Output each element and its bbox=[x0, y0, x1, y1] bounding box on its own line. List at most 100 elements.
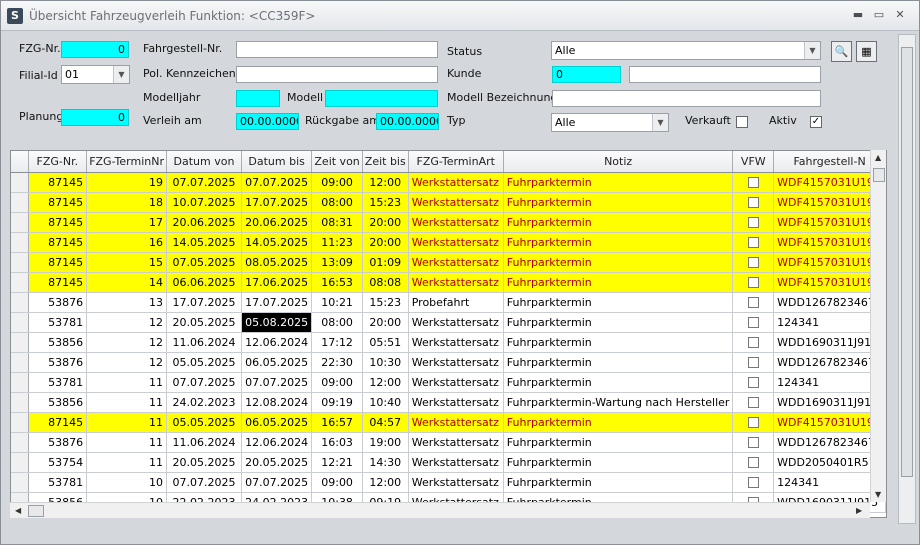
vfw-cell[interactable] bbox=[732, 372, 775, 393]
table-cell-art[interactable]: Werkstattersatz bbox=[408, 332, 504, 353]
row-selector[interactable] bbox=[11, 292, 29, 313]
vfw-cell[interactable] bbox=[732, 172, 775, 193]
table-cell-notiz[interactable]: Fuhrparktermin bbox=[503, 232, 734, 253]
vfw-cell[interactable] bbox=[732, 272, 775, 293]
table-cell-fahrgestell[interactable]: WDF4157031U19 bbox=[773, 412, 886, 433]
vfw-cell[interactable] bbox=[732, 192, 775, 213]
table-cell-notiz[interactable]: Fuhrparktermin bbox=[503, 292, 734, 313]
vfw-cell[interactable] bbox=[732, 452, 775, 473]
row-selector[interactable] bbox=[11, 412, 29, 433]
table-cell-art[interactable]: Werkstattersatz bbox=[408, 452, 504, 473]
table-cell-von[interactable]: 05.05.2025 bbox=[166, 412, 242, 433]
table-cell-art[interactable]: Werkstattersatz bbox=[408, 392, 504, 413]
scroll-left-icon[interactable]: ◀ bbox=[15, 506, 21, 515]
table-cell-art[interactable]: Werkstattersatz bbox=[408, 432, 504, 453]
column-header[interactable]: FZG-Nr. bbox=[28, 151, 88, 173]
table-cell-fzg[interactable]: 87145 bbox=[28, 192, 88, 213]
table-cell-fahrgestell[interactable]: WDD1690311J915 bbox=[773, 392, 886, 413]
table-cell-nr[interactable]: 10 bbox=[86, 472, 168, 493]
vfw-checkbox[interactable] bbox=[747, 297, 759, 308]
modelljahr-field[interactable] bbox=[236, 90, 280, 107]
table-cell-nr[interactable]: 16 bbox=[86, 232, 168, 253]
table-row[interactable]: 53781 11 07.07.2025 07.07.2025 09:00 12:00 Wer… bbox=[11, 372, 886, 393]
table-cell-fzg[interactable]: 53876 bbox=[28, 432, 88, 453]
table-cell-fzg[interactable]: 87145 bbox=[28, 252, 88, 273]
table-cell-art[interactable]: Werkstattersatz bbox=[408, 472, 504, 493]
table-cell-art[interactable]: Werkstattersatz bbox=[408, 412, 504, 433]
vfw-cell[interactable] bbox=[732, 232, 775, 253]
fzg-nr-field[interactable]: 0 bbox=[61, 41, 129, 58]
table-cell-notiz[interactable]: Fuhrparktermin bbox=[503, 272, 734, 293]
table-row[interactable]: 53876 13 17.07.2025 17.07.2025 10:21 15:23 Pro… bbox=[11, 292, 886, 313]
vfw-cell[interactable] bbox=[732, 252, 775, 273]
chevron-down-icon[interactable]: ▼ bbox=[113, 66, 129, 83]
table-row[interactable]: 87145 14 06.06.2025 17.06.2025 16:53 08:08 Wer… bbox=[11, 272, 886, 293]
table-cell-zb[interactable]: 20:00 bbox=[362, 232, 409, 253]
row-selector[interactable] bbox=[11, 372, 29, 393]
table-cell-notiz[interactable]: Fuhrparktermin bbox=[503, 312, 734, 333]
table-cell-art[interactable]: Werkstattersatz bbox=[408, 372, 504, 393]
vfw-checkbox[interactable] bbox=[747, 397, 759, 408]
table-cell-art[interactable]: Werkstattersatz bbox=[408, 252, 504, 273]
table-row[interactable]: 87145 18 10.07.2025 17.07.2025 08:00 15:23 Wer… bbox=[11, 192, 886, 213]
vfw-checkbox[interactable] bbox=[747, 317, 759, 328]
table-cell-von[interactable]: 17.07.2025 bbox=[166, 292, 242, 313]
table-row[interactable]: 87145 17 20.06.2025 20.06.2025 08:31 20:00 Wer… bbox=[11, 212, 886, 233]
scroll-down-icon[interactable]: ▼ bbox=[875, 490, 881, 499]
table-row[interactable]: 87145 11 05.05.2025 06.05.2025 16:57 04:57 Wer… bbox=[11, 412, 886, 433]
table-cell-bis[interactable]: 12.06.2024 bbox=[241, 432, 313, 453]
typ-select[interactable]: Alle ▼ bbox=[551, 113, 669, 132]
table-cell-bis[interactable]: 12.08.2024 bbox=[241, 392, 313, 413]
table-cell-zv[interactable]: 08:31 bbox=[311, 212, 363, 233]
table-cell-nr[interactable]: 14 bbox=[86, 272, 168, 293]
vfw-checkbox[interactable] bbox=[747, 477, 759, 488]
table-cell-notiz[interactable]: Fuhrparktermin bbox=[503, 212, 734, 233]
grid-vertical-scrollbar[interactable]: ▲ ▼ bbox=[870, 150, 886, 502]
table-cell-fzg[interactable]: 53876 bbox=[28, 352, 88, 373]
column-header[interactable]: Zeit von bbox=[311, 151, 363, 173]
table-cell-nr[interactable]: 13 bbox=[86, 292, 168, 313]
filial-id-select[interactable]: 01 ▼ bbox=[61, 65, 130, 84]
table-cell-nr[interactable]: 15 bbox=[86, 252, 168, 273]
row-selector[interactable] bbox=[11, 272, 29, 293]
table-cell-zv[interactable]: 09:00 bbox=[311, 172, 363, 193]
table-cell-bis[interactable]: 07.07.2025 bbox=[241, 472, 313, 493]
table-cell-bis[interactable]: 08.05.2025 bbox=[241, 252, 313, 273]
table-row[interactable]: 53856 11 24.02.2023 12.08.2024 09:19 10:40 Wer… bbox=[11, 392, 886, 413]
row-selector[interactable] bbox=[11, 232, 29, 253]
row-selector[interactable] bbox=[11, 432, 29, 453]
chevron-down-icon[interactable]: ▼ bbox=[652, 114, 668, 131]
table-row[interactable]: 53781 12 20.05.2025 05.08.2025 08:00 20:00 Wer… bbox=[11, 312, 886, 333]
column-header[interactable]: Zeit bis bbox=[362, 151, 409, 173]
verkauft-checkbox[interactable] bbox=[736, 116, 748, 128]
planung-field[interactable]: 0 bbox=[61, 109, 129, 126]
table-cell-fahrgestell[interactable]: WDD1690311J915 bbox=[773, 332, 886, 353]
table-cell-notiz[interactable]: Fuhrparktermin bbox=[503, 352, 734, 373]
table-cell-zb[interactable]: 19:00 bbox=[362, 432, 409, 453]
table-cell-von[interactable]: 10.07.2025 bbox=[166, 192, 242, 213]
table-cell-von[interactable]: 20.05.2025 bbox=[166, 312, 242, 333]
table-cell-zb[interactable]: 08:08 bbox=[362, 272, 409, 293]
table-cell-fzg[interactable]: 53876 bbox=[28, 292, 88, 313]
vfw-checkbox[interactable] bbox=[747, 237, 759, 248]
table-cell-zb[interactable]: 01:09 bbox=[362, 252, 409, 273]
row-selector[interactable] bbox=[11, 332, 29, 353]
table-cell-fahrgestell[interactable]: WDF4157031U19 bbox=[773, 232, 886, 253]
kunde-id-field[interactable]: 0 bbox=[552, 66, 621, 83]
table-cell-bis[interactable]: 06.05.2025 bbox=[241, 412, 313, 433]
vfw-checkbox[interactable] bbox=[747, 257, 759, 268]
table-cell-fzg[interactable]: 53781 bbox=[28, 312, 88, 333]
row-selector[interactable] bbox=[11, 392, 29, 413]
row-selector[interactable] bbox=[11, 472, 29, 493]
table-row[interactable]: 87145 16 14.05.2025 14.05.2025 11:23 20:00 Wer… bbox=[11, 232, 886, 253]
row-selector[interactable] bbox=[11, 252, 29, 273]
vfw-cell[interactable] bbox=[732, 292, 775, 313]
table-row[interactable]: 53781 10 07.07.2025 07.07.2025 09:00 12:00 Wer… bbox=[11, 472, 886, 493]
table-cell-zv[interactable]: 10:21 bbox=[311, 292, 363, 313]
table-cell-nr[interactable]: 11 bbox=[86, 392, 168, 413]
table-cell-bis[interactable]: 20.05.2025 bbox=[241, 452, 313, 473]
vfw-cell[interactable] bbox=[732, 432, 775, 453]
table-cell-zb[interactable]: 12:00 bbox=[362, 372, 409, 393]
column-header[interactable]: Fahrgestell-N bbox=[773, 151, 886, 173]
scroll-right-icon[interactable]: ▶ bbox=[856, 506, 862, 515]
